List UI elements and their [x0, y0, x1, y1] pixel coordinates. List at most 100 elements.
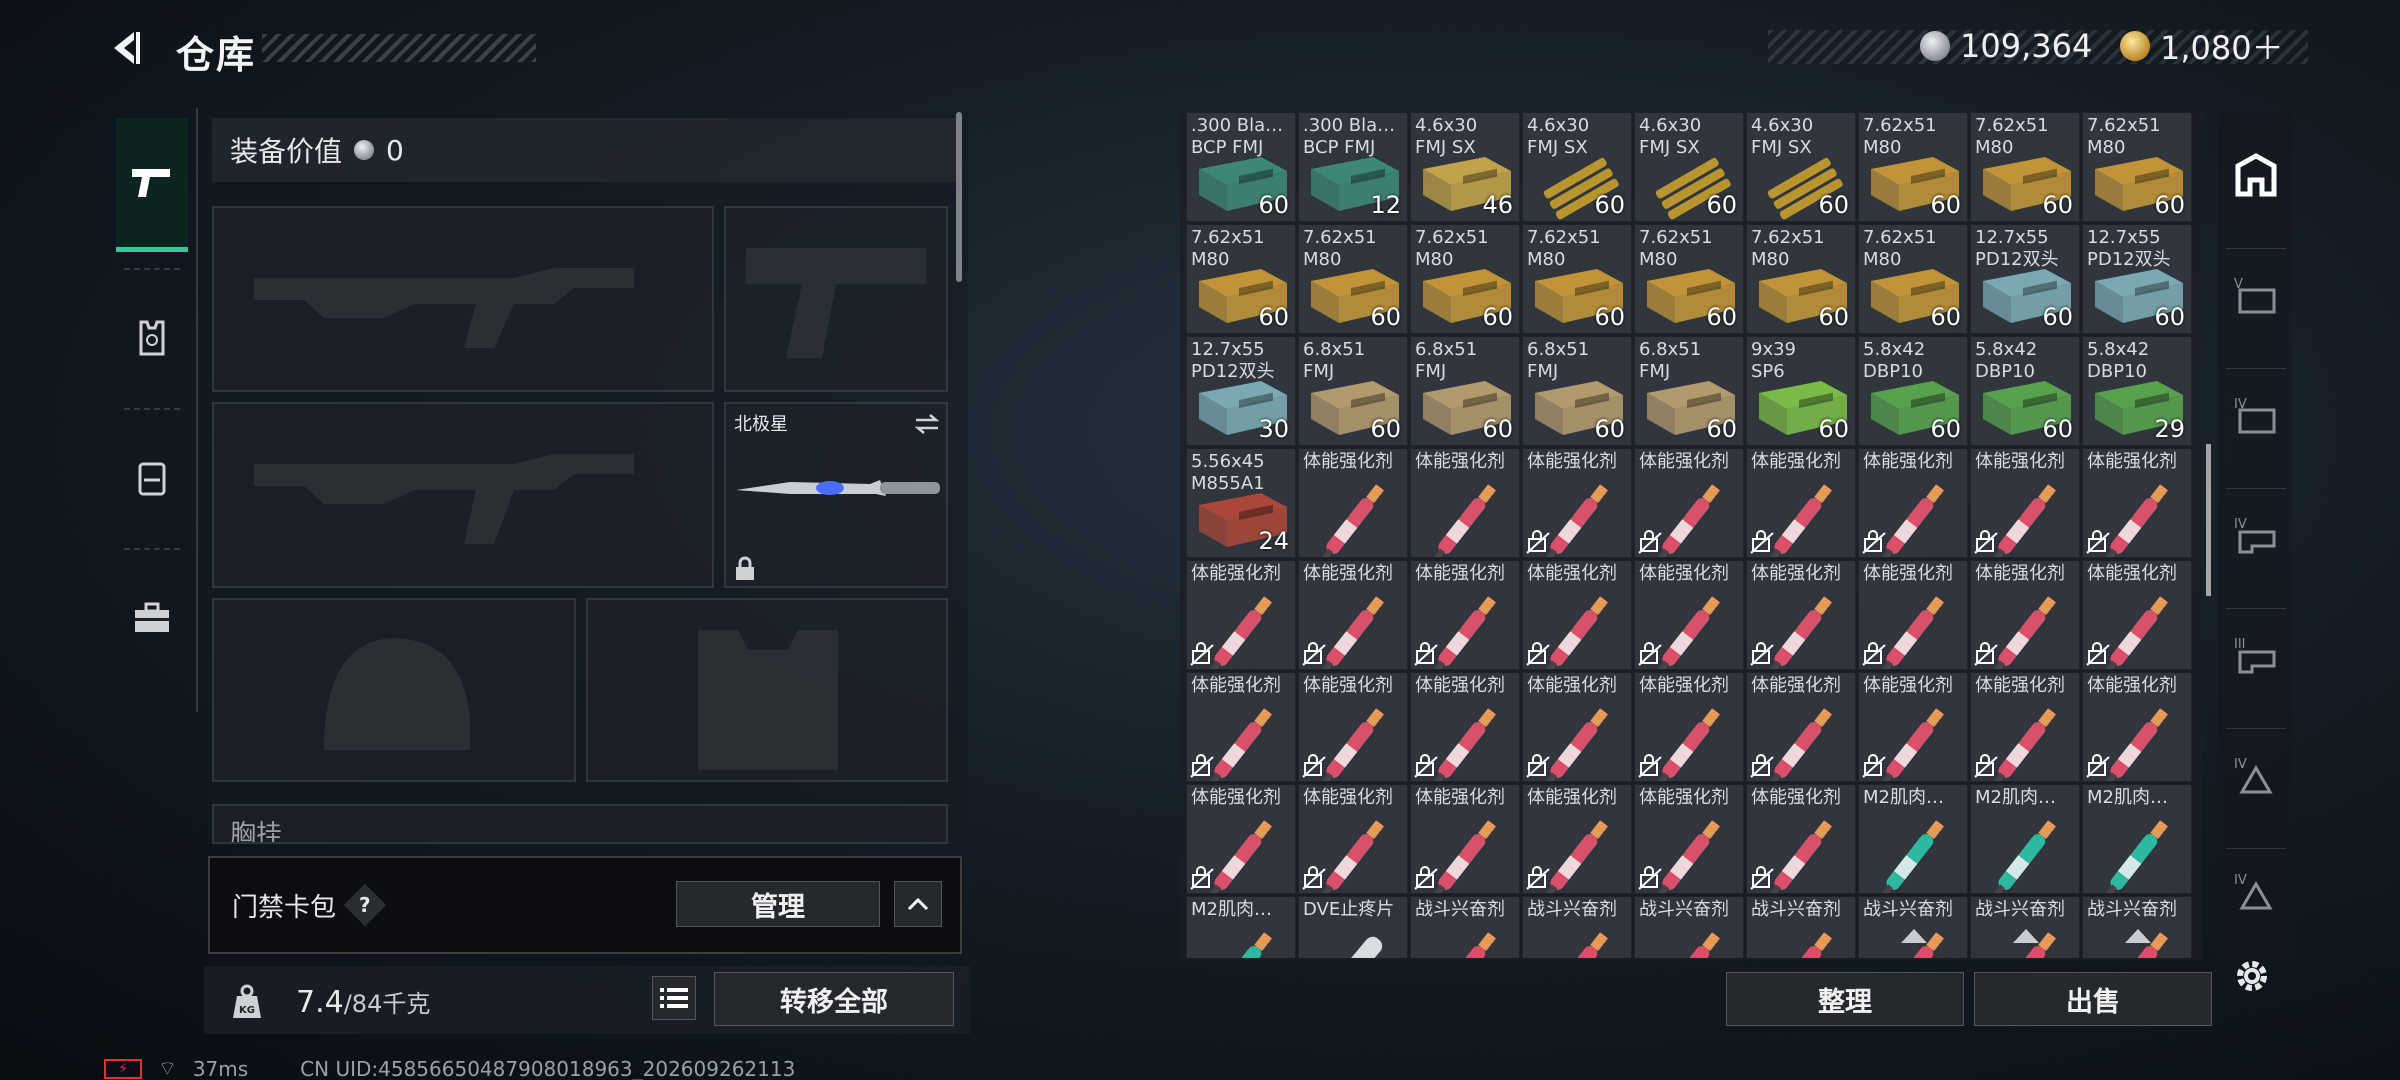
stash-item[interactable]: 体能强化剂: [1186, 784, 1296, 894]
stash-item[interactable]: 6.8x51 FMJ 60: [1522, 336, 1632, 446]
stash-item[interactable]: 4.6x30 FMJ SX 60: [1634, 112, 1744, 222]
secondary-weapon-slot[interactable]: [212, 402, 714, 588]
stash-item[interactable]: 战斗兴奋剂: [1970, 896, 2080, 958]
stash-item[interactable]: M2肌肉…: [1970, 784, 2080, 894]
stash-item[interactable]: 12.7x55 PD12双头 60: [1970, 224, 2080, 334]
stash-item[interactable]: 7.62x51 M80 60: [1970, 112, 2080, 222]
tab-iv-a-icon[interactable]: IV: [2232, 392, 2280, 440]
manage-button[interactable]: 管理: [676, 881, 880, 927]
stash-item[interactable]: 战斗兴奋剂: [2082, 896, 2192, 958]
stash-item[interactable]: 体能强化剂: [2082, 672, 2192, 782]
back-button[interactable]: [104, 26, 148, 70]
stash-item[interactable]: 体能强化剂: [1522, 560, 1632, 670]
stash-item[interactable]: 6.8x51 FMJ 60: [1298, 336, 1408, 446]
stash-item[interactable]: 体能强化剂: [1298, 448, 1408, 558]
stash-item[interactable]: 体能强化剂: [1970, 672, 2080, 782]
stash-item[interactable]: 4.6x30 FMJ SX 60: [1746, 112, 1856, 222]
stash-item[interactable]: M2肌肉…: [1858, 784, 1968, 894]
stash-item[interactable]: 体能强化剂: [2082, 448, 2192, 558]
stash-item[interactable]: 7.62x51 M80 60: [1298, 224, 1408, 334]
stash-item[interactable]: 7.62x51 M80 60: [1858, 112, 1968, 222]
stash-item[interactable]: 5.8x42 DBP10 60: [1858, 336, 1968, 446]
stash-item[interactable]: 体能强化剂: [1522, 672, 1632, 782]
stash-item[interactable]: 体能强化剂: [1522, 448, 1632, 558]
stash-item[interactable]: 7.62x51 M80 60: [1746, 224, 1856, 334]
stash-item[interactable]: 12.7x55 PD12双头 30: [1186, 336, 1296, 446]
stash-item[interactable]: 体能强化剂: [1858, 560, 1968, 670]
stash-item[interactable]: 体能强化剂: [1858, 672, 1968, 782]
stash-item[interactable]: 6.8x51 FMJ 60: [1410, 336, 1520, 446]
nav-backpack[interactable]: [116, 408, 188, 548]
stash-item[interactable]: 体能强化剂: [1746, 560, 1856, 670]
stash-item[interactable]: 体能强化剂: [1634, 560, 1744, 670]
tab-iv-d-icon[interactable]: IV: [2232, 868, 2280, 916]
stash-item[interactable]: 体能强化剂: [2082, 560, 2192, 670]
stash-item[interactable]: 体能强化剂: [1298, 560, 1408, 670]
stash-item[interactable]: 战斗兴奋剂: [1634, 896, 1744, 958]
stash-scrollbar[interactable]: [2206, 444, 2211, 596]
stash-item[interactable]: 体能强化剂: [1410, 672, 1520, 782]
stash-item[interactable]: 体能强化剂: [1298, 784, 1408, 894]
helmet-slot[interactable]: [212, 598, 576, 782]
list-view-button[interactable]: [652, 976, 696, 1020]
stash-item[interactable]: 5.8x42 DBP10 60: [1970, 336, 2080, 446]
stash-item[interactable]: 体能强化剂: [1970, 448, 2080, 558]
stash-item[interactable]: 战斗兴奋剂: [1858, 896, 1968, 958]
stash-item[interactable]: 7.62x51 M80 60: [1858, 224, 1968, 334]
stash-item[interactable]: 体能强化剂: [1410, 784, 1520, 894]
stash-item[interactable]: 体能强化剂: [1746, 672, 1856, 782]
stash-item[interactable]: 体能强化剂: [1186, 672, 1296, 782]
tab-iv-c-icon[interactable]: IV: [2232, 752, 2280, 800]
stash-item[interactable]: .300 Bla… BCP FMJ 12: [1298, 112, 1408, 222]
stash-item[interactable]: 体能强化剂: [1746, 448, 1856, 558]
sell-button[interactable]: 出售: [1974, 972, 2212, 1026]
stash-item[interactable]: 6.8x51 FMJ 60: [1634, 336, 1744, 446]
stash-item[interactable]: 5.8x42 DBP10 29: [2082, 336, 2192, 446]
stash-item[interactable]: 体能强化剂: [1186, 560, 1296, 670]
stash-item[interactable]: 体能强化剂: [1298, 672, 1408, 782]
chest-rig-slot[interactable]: 胸挂: [212, 804, 948, 844]
stash-item[interactable]: 体能强化剂: [1634, 448, 1744, 558]
tab-iv-b-icon[interactable]: IV: [2232, 512, 2280, 560]
stash-item[interactable]: 4.6x30 FMJ SX 46: [1410, 112, 1520, 222]
stash-item[interactable]: 5.56x45 M855A1 24: [1186, 448, 1296, 558]
stash-item[interactable]: 体能强化剂: [1410, 448, 1520, 558]
nav-armor[interactable]: [116, 268, 188, 408]
collapse-button[interactable]: [894, 881, 942, 927]
primary-weapon-slot[interactable]: [212, 206, 714, 392]
stash-item[interactable]: 7.62x51 M80 60: [1410, 224, 1520, 334]
stash-item[interactable]: 体能强化剂: [1634, 672, 1744, 782]
stash-item[interactable]: 体能强化剂: [1746, 784, 1856, 894]
stash-item[interactable]: .300 Bla… BCP FMJ 60: [1186, 112, 1296, 222]
stash-item[interactable]: 7.62x51 M80 60: [2082, 112, 2192, 222]
stash-item[interactable]: 体能强化剂: [1970, 560, 2080, 670]
nav-weapons[interactable]: [116, 118, 188, 252]
stash-item[interactable]: 体能强化剂: [1410, 560, 1520, 670]
stash-item[interactable]: 7.62x51 M80 60: [1634, 224, 1744, 334]
stash-item[interactable]: 体能强化剂: [1634, 784, 1744, 894]
stash-item[interactable]: 战斗兴奋剂: [1746, 896, 1856, 958]
loadout-scrollbar[interactable]: [956, 112, 962, 282]
swap-icon[interactable]: [912, 412, 942, 436]
tab-v-icon[interactable]: V: [2232, 272, 2280, 320]
transfer-all-button[interactable]: 转移全部: [714, 972, 954, 1026]
sidearm-slot[interactable]: [724, 206, 948, 392]
melee-slot[interactable]: 北极星: [724, 402, 948, 588]
stash-item[interactable]: 7.62x51 M80 60: [1186, 224, 1296, 334]
stash-item[interactable]: 9x39 SP6 60: [1746, 336, 1856, 446]
stash-item[interactable]: 12.7x55 PD12双头 60: [2082, 224, 2192, 334]
stash-item[interactable]: 7.62x51 M80 60: [1522, 224, 1632, 334]
stash-item[interactable]: 战斗兴奋剂: [1410, 896, 1520, 958]
nav-toolbox[interactable]: [116, 548, 188, 688]
stash-item[interactable]: M2肌肉…: [2082, 784, 2192, 894]
stash-item[interactable]: M2肌肉…: [1186, 896, 1296, 958]
stash-item[interactable]: 4.6x30 FMJ SX 60: [1522, 112, 1632, 222]
stash-item[interactable]: 战斗兴奋剂: [1522, 896, 1632, 958]
stash-item[interactable]: DVE止疼片: [1298, 896, 1408, 958]
sort-button[interactable]: 整理: [1726, 972, 1964, 1026]
stash-item[interactable]: 体能强化剂: [1522, 784, 1632, 894]
currency-gold[interactable]: 1,080＋: [2120, 26, 2284, 67]
stash-home-icon[interactable]: [2232, 152, 2280, 200]
settings-gear-icon[interactable]: [2230, 954, 2274, 998]
tab-iii-icon[interactable]: III: [2232, 632, 2280, 680]
